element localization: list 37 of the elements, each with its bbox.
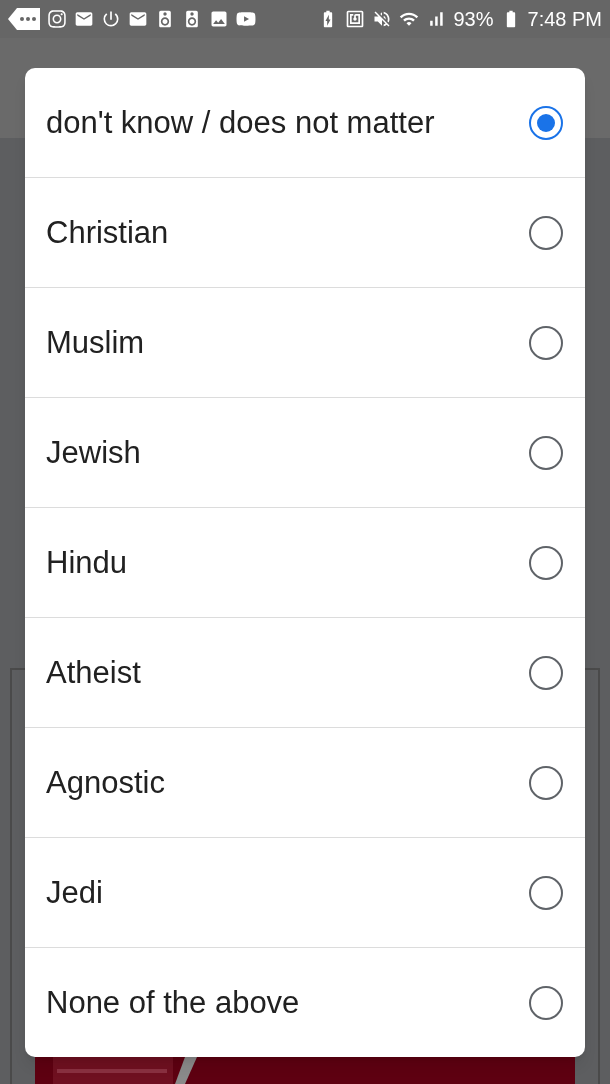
option-row[interactable]: Jedi (25, 837, 585, 947)
option-label: Christian (46, 214, 170, 252)
radio-button[interactable] (529, 435, 563, 470)
option-row[interactable]: Agnostic (25, 727, 585, 837)
option-row[interactable]: don't know / does not matter (25, 68, 585, 177)
play-icon (236, 9, 256, 29)
radio-button[interactable] (529, 875, 563, 910)
power-icon (101, 9, 121, 29)
option-row[interactable]: Jewish (25, 397, 585, 507)
clock: 7:48 PM (527, 7, 602, 32)
mail-icon (74, 9, 94, 29)
option-label: Atheist (46, 654, 142, 692)
radio-button[interactable] (529, 985, 563, 1020)
option-row[interactable]: Christian (25, 177, 585, 287)
option-label: Agnostic (46, 764, 166, 802)
envelope-icon (128, 9, 148, 29)
nfc-icon (345, 9, 366, 29)
radio-button[interactable] (529, 215, 563, 250)
option-label: Muslim (46, 324, 146, 362)
option-row[interactable]: Hindu (25, 507, 585, 617)
option-label: None of the above (46, 984, 301, 1022)
option-row[interactable]: Atheist (25, 617, 585, 727)
option-label: Hindu (46, 544, 128, 582)
radio-button[interactable] (529, 765, 563, 800)
radio-button[interactable] (529, 105, 563, 140)
option-row[interactable]: Muslim (25, 287, 585, 397)
radio-button[interactable] (529, 655, 563, 690)
camera-icon (47, 9, 67, 29)
image-icon (209, 9, 229, 29)
battery-percent: 93% (453, 7, 494, 32)
radio-button[interactable] (529, 545, 563, 580)
option-row[interactable]: None of the above (25, 947, 585, 1057)
radio-button[interactable] (529, 325, 563, 360)
option-label: Jewish (46, 434, 142, 472)
option-label: don't know / does not matter (46, 104, 436, 142)
option-label: Jedi (46, 874, 104, 912)
notification-more-icon (8, 8, 40, 30)
